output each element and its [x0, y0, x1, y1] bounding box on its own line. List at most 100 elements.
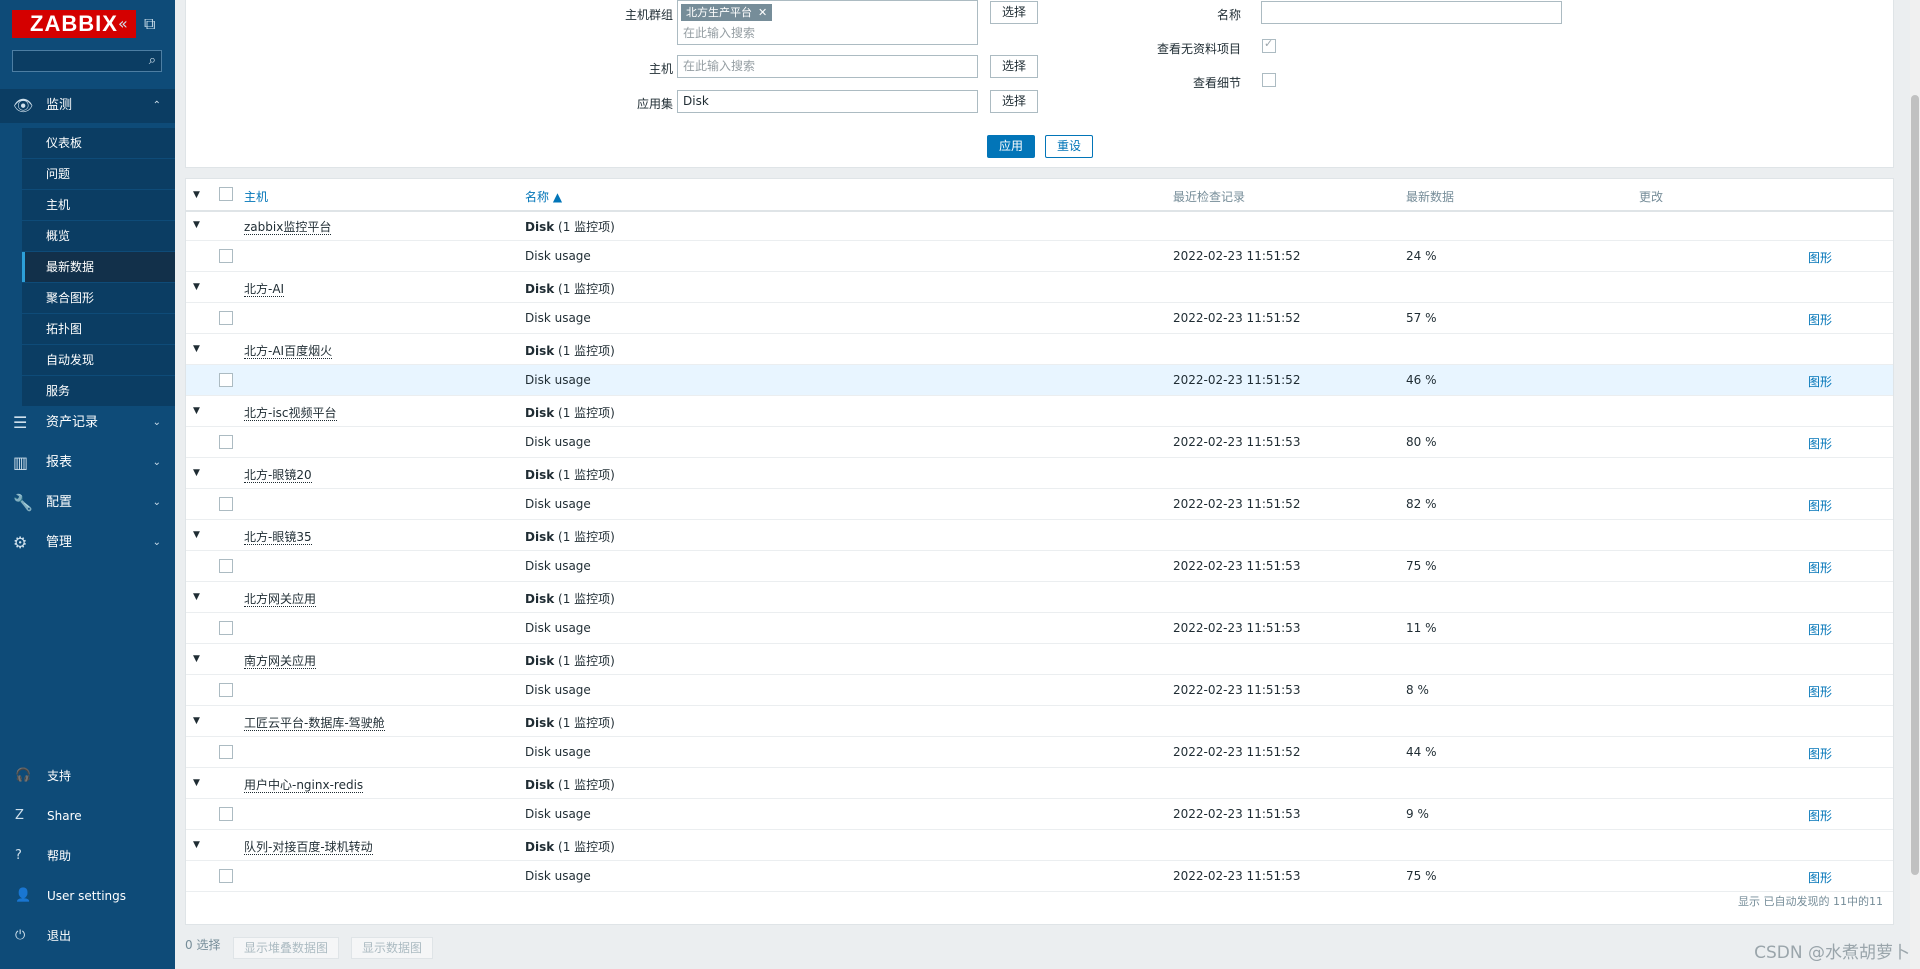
- menu-administration[interactable]: ⚙ 管理 ⌄: [0, 526, 175, 560]
- collapse-group-toggle[interactable]: ▼: [193, 716, 200, 726]
- host-link[interactable]: 工匠云平台-数据库-驾驶舱: [244, 716, 385, 731]
- remove-tag-icon[interactable]: ✕: [758, 6, 767, 19]
- graph-link[interactable]: 图形: [1808, 249, 1832, 266]
- row-checkbox[interactable]: [219, 683, 233, 697]
- hosts-select-button[interactable]: 选择: [990, 55, 1038, 78]
- item-count: (1 监控项): [558, 592, 615, 606]
- collapse-group-toggle[interactable]: ▼: [193, 778, 200, 788]
- kiosk-mode-icon[interactable]: ⧉: [144, 14, 155, 34]
- row-checkbox[interactable]: [219, 373, 233, 387]
- last-check: 2022-02-23 11:51:52: [1173, 745, 1301, 759]
- show-stacked-graph-button[interactable]: 显示堆叠数据图: [233, 937, 340, 959]
- application-select-button[interactable]: 选择: [990, 90, 1038, 113]
- menu-reports[interactable]: ▥ 报表 ⌄: [0, 446, 175, 480]
- collapse-group-toggle[interactable]: ▼: [193, 592, 200, 602]
- row-checkbox[interactable]: [219, 497, 233, 511]
- application-name: Disk: [525, 592, 555, 606]
- item-name: Disk usage: [525, 249, 591, 263]
- collapse-group-toggle[interactable]: ▼: [193, 406, 200, 416]
- graph-link[interactable]: 图形: [1808, 373, 1832, 390]
- row-checkbox[interactable]: [219, 745, 233, 759]
- header-host[interactable]: 主机: [244, 188, 268, 205]
- hosts-search-input[interactable]: [678, 56, 968, 76]
- collapse-all-toggle[interactable]: ▼: [193, 190, 200, 200]
- application-field[interactable]: [677, 90, 978, 113]
- graph-link[interactable]: 图形: [1808, 683, 1832, 700]
- search-icon[interactable]: ⌕: [149, 53, 156, 68]
- host-link[interactable]: 南方网关应用: [244, 654, 317, 669]
- row-checkbox[interactable]: [219, 807, 233, 821]
- sidebar-item-problems[interactable]: 问题: [22, 158, 175, 189]
- graph-link[interactable]: 图形: [1808, 807, 1832, 824]
- show-details-checkbox[interactable]: [1262, 73, 1276, 87]
- user-settings-link[interactable]: 👤 User settings: [0, 881, 175, 911]
- sidebar-item-services[interactable]: 服务: [22, 375, 175, 406]
- show-items-without-data-checkbox[interactable]: [1262, 37, 1276, 53]
- host-link[interactable]: 北方网关应用: [244, 592, 317, 607]
- collapse-group-toggle[interactable]: ▼: [193, 654, 200, 664]
- sign-out-link[interactable]: ⏻ 退出: [0, 921, 175, 951]
- menu-inventory-label: 资产记录: [46, 415, 99, 430]
- application-name: Disk: [525, 654, 555, 668]
- collapse-group-toggle[interactable]: ▼: [193, 282, 200, 292]
- host-link[interactable]: 北方-AI百度烟火: [244, 344, 333, 359]
- sidebar-item-hosts[interactable]: 主机: [22, 189, 175, 220]
- scrollbar-thumb[interactable]: [1911, 95, 1919, 875]
- graph-link[interactable]: 图形: [1808, 621, 1832, 638]
- menu-inventory[interactable]: ☰ 资产记录 ⌄: [0, 406, 175, 440]
- sidebar-item-latest-data[interactable]: 最新数据: [22, 251, 175, 282]
- sidebar-item-dashboard[interactable]: 仪表板: [22, 127, 175, 158]
- table-row-group: ▼ 北方-AI百度烟火 Disk (1 监控项): [186, 334, 1893, 365]
- sidebar-item-screens[interactable]: 聚合图形: [22, 282, 175, 313]
- collapse-group-toggle[interactable]: ▼: [193, 468, 200, 478]
- row-checkbox[interactable]: [219, 311, 233, 325]
- show-graph-button[interactable]: 显示数据图: [351, 937, 434, 959]
- support-link[interactable]: 🎧 支持: [0, 761, 175, 791]
- sidebar-item-overview[interactable]: 概览: [22, 220, 175, 251]
- host-link[interactable]: 北方-AI: [244, 282, 285, 297]
- apply-button[interactable]: 应用: [987, 135, 1035, 158]
- name-input[interactable]: [1262, 2, 1552, 22]
- host-link[interactable]: 用户中心-nginx-redis: [244, 778, 364, 793]
- share-link[interactable]: Z Share: [0, 801, 175, 831]
- host-link[interactable]: zabbix监控平台: [244, 220, 332, 235]
- sidebar-item-discovery[interactable]: 自动发现: [22, 344, 175, 375]
- table-row: Disk usage 2022-02-23 11:51:52 46 % 图形: [186, 365, 1893, 396]
- application-input[interactable]: [678, 91, 968, 111]
- host-link[interactable]: 北方-isc视频平台: [244, 406, 337, 421]
- hosts-field[interactable]: [677, 55, 978, 78]
- host-group-tag[interactable]: 北方生产平台 ✕: [681, 4, 773, 21]
- collapse-sidebar-icon[interactable]: «: [118, 14, 128, 33]
- row-checkbox[interactable]: [219, 249, 233, 263]
- graph-link[interactable]: 图形: [1808, 311, 1832, 328]
- help-link[interactable]: ? 帮助: [0, 841, 175, 871]
- sidebar-search[interactable]: ⌕: [12, 50, 162, 72]
- sidebar-item-maps[interactable]: 拓扑图: [22, 313, 175, 344]
- collapse-group-toggle[interactable]: ▼: [193, 530, 200, 540]
- host-link[interactable]: 北方-眼镜20: [244, 468, 312, 483]
- graph-link[interactable]: 图形: [1808, 497, 1832, 514]
- select-all-checkbox[interactable]: [219, 187, 233, 201]
- reset-button[interactable]: 重设: [1045, 135, 1093, 158]
- sidebar-search-input[interactable]: [13, 51, 141, 71]
- graph-link[interactable]: 图形: [1808, 559, 1832, 576]
- row-checkbox[interactable]: [219, 435, 233, 449]
- menu-monitoring[interactable]: 👁 监测 ⌃: [0, 89, 175, 123]
- collapse-group-toggle[interactable]: ▼: [193, 344, 200, 354]
- host-groups-multiselect[interactable]: 北方生产平台 ✕: [677, 0, 978, 45]
- host-link[interactable]: 队列-对接百度-球机转动: [244, 840, 373, 855]
- graph-link[interactable]: 图形: [1808, 435, 1832, 452]
- menu-configuration[interactable]: 🔧 配置 ⌄: [0, 486, 175, 520]
- host-link[interactable]: 北方-眼镜35: [244, 530, 312, 545]
- row-checkbox[interactable]: [219, 621, 233, 635]
- host-groups-select-button[interactable]: 选择: [990, 1, 1038, 24]
- graph-link[interactable]: 图形: [1808, 745, 1832, 762]
- name-field[interactable]: [1261, 1, 1562, 24]
- graph-link[interactable]: 图形: [1808, 869, 1832, 886]
- collapse-group-toggle[interactable]: ▼: [193, 840, 200, 850]
- row-checkbox[interactable]: [219, 559, 233, 573]
- header-name[interactable]: 名称 ▲: [525, 188, 562, 205]
- collapse-group-toggle[interactable]: ▼: [193, 220, 200, 230]
- row-checkbox[interactable]: [219, 869, 233, 883]
- host-groups-search-input[interactable]: [678, 23, 968, 43]
